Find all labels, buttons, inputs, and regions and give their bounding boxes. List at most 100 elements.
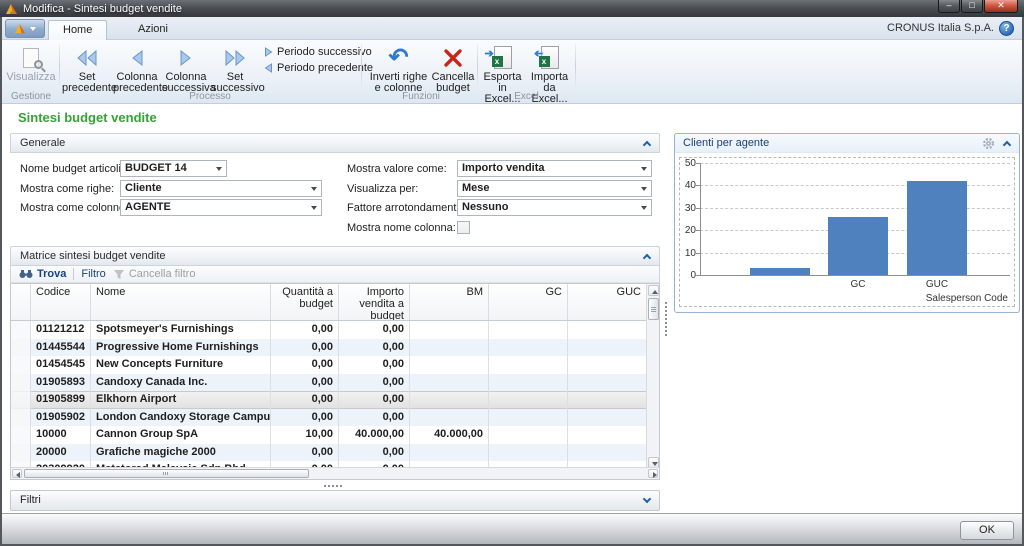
mostra-valore-combobox[interactable]: Importo vendita [457, 160, 652, 177]
cell-code[interactable]: 01121212 [31, 321, 91, 339]
vertical-scrollbar[interactable] [646, 284, 659, 469]
header-cell-selector[interactable] [11, 284, 31, 320]
cell-sel[interactable] [11, 339, 31, 357]
table-row[interactable]: 01445544Progressive Home Furnishings0,00… [11, 339, 646, 357]
dropdown-arrow-icon[interactable] [641, 206, 647, 210]
title-bar[interactable]: Modifica - Sintesi budget vendite [0, 0, 1024, 17]
tab-azioni[interactable]: Azioni [124, 20, 182, 40]
cell-guc[interactable] [568, 444, 646, 462]
cell-gc[interactable] [489, 339, 568, 357]
cell-guc[interactable] [568, 374, 646, 392]
cell-amount[interactable]: 0,00 [339, 444, 410, 462]
chart-bar[interactable] [828, 217, 888, 275]
cell-qty[interactable]: 0,00 [271, 409, 339, 427]
gear-icon[interactable] [982, 137, 995, 150]
fasttab-filtri[interactable]: Filtri [10, 490, 660, 511]
vertical-scroll-thumb[interactable] [648, 298, 659, 320]
ok-button[interactable]: OK [960, 521, 1014, 540]
chart-panel-header[interactable]: Clienti per agente [675, 134, 1019, 153]
cell-sel[interactable] [11, 356, 31, 374]
cell-name[interactable]: Cannon Group SpA [91, 426, 271, 444]
cell-bm[interactable] [410, 374, 489, 392]
fasttab-matrice-header[interactable]: Matrice sintesi budget vendite [10, 246, 660, 266]
cell-bm[interactable] [410, 409, 489, 427]
cell-amount[interactable]: 0,00 [339, 409, 410, 427]
cell-bm[interactable] [410, 321, 489, 339]
cell-name[interactable]: New Concepts Furniture [91, 356, 271, 374]
dropdown-arrow-icon[interactable] [641, 187, 647, 191]
header-cell-gc[interactable]: GC [489, 284, 568, 320]
fasttab-generale-header[interactable]: Generale [10, 133, 660, 153]
cell-qty[interactable]: 10,00 [271, 426, 339, 444]
cell-amount[interactable]: 0,00 [339, 321, 410, 339]
cell-bm[interactable] [410, 391, 489, 409]
table-row[interactable]: 01454545New Concepts Furniture0,000,00 [11, 356, 646, 374]
mostra-colonne-combobox[interactable]: AGENTE [120, 199, 322, 216]
cell-sel[interactable] [11, 444, 31, 462]
close-button[interactable]: ✕ [984, 0, 1018, 13]
cell-qty[interactable]: 0,00 [271, 356, 339, 374]
cell-code[interactable]: 01905899 [31, 391, 91, 409]
periodo-successivo-button[interactable]: Periodo successivo [264, 44, 372, 59]
cell-guc[interactable] [568, 391, 646, 409]
scroll-left-button[interactable] [12, 469, 22, 478]
table-row[interactable]: 01905902London Candoxy Storage Campus0,0… [11, 409, 646, 427]
scroll-right-button[interactable] [648, 469, 658, 478]
help-button[interactable]: ? [999, 21, 1014, 36]
table-row[interactable]: 01121212Spotsmeyer's Furnishings0,000,00 [11, 321, 646, 339]
cell-amount[interactable]: 0,00 [339, 391, 410, 409]
cell-code[interactable]: 10000 [31, 426, 91, 444]
header-cell-guc[interactable]: GUC [568, 284, 646, 320]
cell-qty[interactable]: 0,00 [271, 391, 339, 409]
cell-sel[interactable] [11, 321, 31, 339]
cell-amount[interactable]: 0,00 [339, 339, 410, 357]
header-cell-quantita[interactable]: Quantità a budget [271, 284, 339, 320]
cell-name[interactable]: Elkhorn Airport [91, 391, 271, 409]
cell-sel[interactable] [11, 409, 31, 427]
horizontal-scrollbar[interactable] [11, 467, 659, 479]
cell-bm[interactable] [410, 356, 489, 374]
nome-budget-combobox[interactable]: BUDGET 14 [120, 160, 227, 177]
cell-gc[interactable] [489, 374, 568, 392]
header-cell-importo[interactable]: Importo vendita a budget [339, 284, 410, 320]
cell-gc[interactable] [489, 391, 568, 409]
cell-name[interactable]: Candoxy Canada Inc. [91, 374, 271, 392]
cell-guc[interactable] [568, 409, 646, 427]
table-row[interactable]: 01905893Candoxy Canada Inc.0,000,00 [11, 374, 646, 392]
cell-name[interactable]: Progressive Home Furnishings [91, 339, 271, 357]
cell-guc[interactable] [568, 426, 646, 444]
cell-name[interactable]: Spotsmeyer's Furnishings [91, 321, 271, 339]
cell-qty[interactable]: 0,00 [271, 374, 339, 392]
vertical-splitter-handle[interactable] [665, 302, 668, 336]
scroll-up-button[interactable] [648, 285, 659, 296]
cell-guc[interactable] [568, 356, 646, 374]
cell-code[interactable]: 01905902 [31, 409, 91, 427]
collapse-chevron-icon[interactable] [643, 141, 651, 149]
cell-sel[interactable] [11, 391, 31, 409]
trova-button[interactable]: Trova [19, 268, 66, 280]
tab-home[interactable]: Home [48, 20, 107, 40]
table-row[interactable]: 10000Cannon Group SpA10,0040.000,0040.00… [11, 426, 646, 444]
cell-gc[interactable] [489, 356, 568, 374]
cell-amount[interactable]: 0,00 [339, 356, 410, 374]
visualizza-per-combobox[interactable]: Mese [457, 180, 652, 197]
mostra-nome-colonna-checkbox[interactable] [457, 221, 470, 234]
chart-bar[interactable] [750, 268, 810, 275]
cancella-filtro-button[interactable]: Cancella filtro [113, 268, 196, 280]
cell-bm[interactable] [410, 339, 489, 357]
cell-name[interactable]: Grafiche magiche 2000 [91, 444, 271, 462]
cell-gc[interactable] [489, 426, 568, 444]
cell-qty[interactable]: 0,00 [271, 339, 339, 357]
cell-qty[interactable]: 0,00 [271, 321, 339, 339]
dropdown-arrow-icon[interactable] [311, 187, 317, 191]
cell-code[interactable]: 01454545 [31, 356, 91, 374]
fattore-arrotondamento-combobox[interactable]: Nessuno [457, 199, 652, 216]
dropdown-arrow-icon[interactable] [641, 167, 647, 171]
table-row[interactable]: 01905899Elkhorn Airport0,000,00 [11, 391, 646, 409]
dropdown-arrow-icon[interactable] [216, 167, 222, 171]
collapse-chevron-icon[interactable] [1003, 141, 1011, 149]
cell-name[interactable]: London Candoxy Storage Campus [91, 409, 271, 427]
cell-qty[interactable]: 0,00 [271, 444, 339, 462]
application-menu-button[interactable] [5, 19, 45, 38]
header-cell-nome[interactable]: Nome [91, 284, 271, 320]
